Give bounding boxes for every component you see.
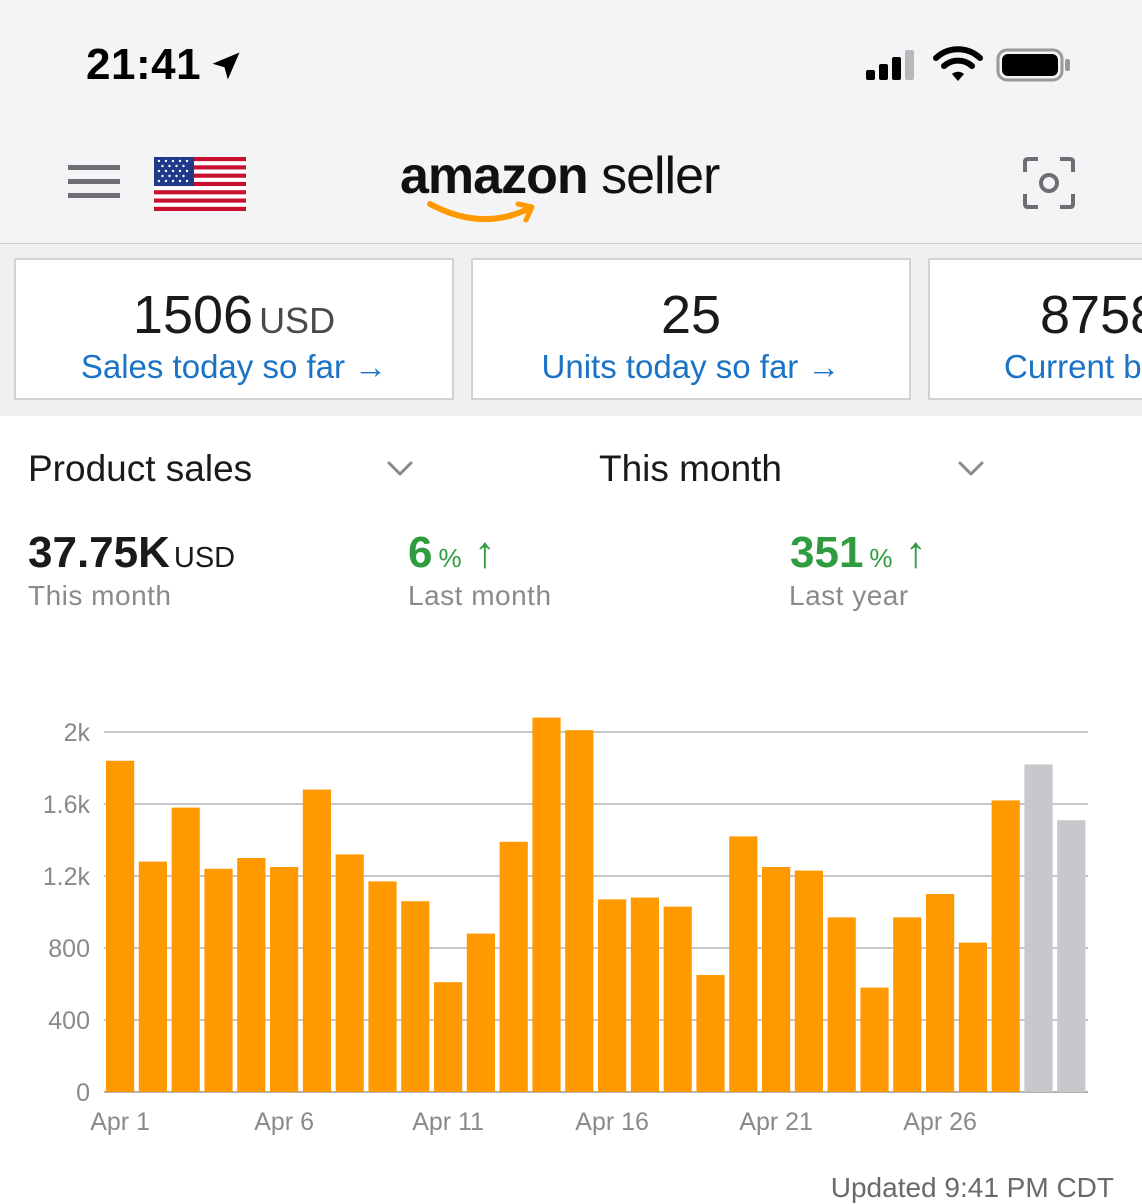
this-month-total: 37.75K USD xyxy=(28,528,236,577)
arrow-up-icon: ↑ xyxy=(904,528,927,577)
cellular-signal-icon xyxy=(866,50,914,80)
y-tick-label: 800 xyxy=(48,935,90,963)
bar-19[interactable] xyxy=(696,975,725,1092)
bar-10[interactable] xyxy=(401,901,430,1092)
bar-16[interactable] xyxy=(598,899,627,1092)
bar-6[interactable] xyxy=(270,867,299,1092)
location-arrow-icon xyxy=(212,52,240,80)
arrow-right-icon: → xyxy=(354,348,388,385)
bar-4[interactable] xyxy=(204,868,233,1092)
sales-today-card[interactable]: 1506 USD Sales today so far → xyxy=(14,258,454,400)
scan-camera-icon[interactable] xyxy=(1022,156,1076,210)
x-tick-label: Apr 16 xyxy=(575,1108,649,1136)
battery-icon xyxy=(996,48,1070,82)
bar-5[interactable] xyxy=(237,858,266,1092)
x-tick-label: Apr 6 xyxy=(254,1108,314,1136)
bar-8[interactable] xyxy=(335,854,364,1092)
bar-23[interactable] xyxy=(827,917,856,1092)
x-tick-label: Apr 1 xyxy=(90,1108,150,1136)
bar-11[interactable] xyxy=(434,982,463,1092)
x-tick-label: Apr 21 xyxy=(739,1108,813,1136)
x-tick-label: Apr 11 xyxy=(412,1108,484,1136)
bar-30[interactable] xyxy=(1057,820,1086,1092)
bar-18[interactable] xyxy=(663,906,692,1092)
amazon-seller-logo: amazon seller xyxy=(400,146,750,226)
bar-28[interactable] xyxy=(991,800,1020,1092)
amazon-smile-icon xyxy=(427,201,535,223)
arrow-right-icon: → xyxy=(807,348,841,385)
bar-15[interactable] xyxy=(565,730,594,1092)
current-balance-value: 8758 xyxy=(1040,285,1142,345)
chevron-down-icon[interactable] xyxy=(386,460,414,478)
arrow-up-icon: ↑ xyxy=(473,528,496,577)
bar-1[interactable] xyxy=(106,760,135,1092)
bar-12[interactable] xyxy=(466,933,496,1092)
bar-3[interactable] xyxy=(171,807,200,1092)
wifi-icon xyxy=(933,46,983,81)
bar-7[interactable] xyxy=(302,789,332,1092)
status-time: 21:41 xyxy=(86,40,202,89)
hamburger-menu-icon[interactable] xyxy=(68,163,120,201)
units-today-value: 25 xyxy=(660,285,722,345)
bar-29[interactable] xyxy=(1024,764,1053,1092)
this-month-label: This month xyxy=(28,580,172,611)
last-year-label: Last year xyxy=(789,580,909,611)
logo-word-seller: seller xyxy=(601,147,720,205)
y-tick-label: 400 xyxy=(48,1007,90,1035)
bar-27[interactable] xyxy=(958,942,988,1092)
current-balance-card[interactable]: 8758 Current b xyxy=(928,258,1142,400)
y-tick-label: 1.6k xyxy=(43,791,91,819)
bar-26[interactable] xyxy=(926,894,955,1092)
y-tick-label: 1.2k xyxy=(43,863,91,891)
bar-22[interactable] xyxy=(794,870,824,1092)
bar-2[interactable] xyxy=(138,861,168,1092)
metric-cards: 1506 USD Sales today so far → 25 Units to… xyxy=(0,244,1142,416)
current-balance-link[interactable]: Current b xyxy=(1004,348,1142,386)
units-today-link[interactable]: Units today so far → xyxy=(473,348,909,386)
sales-today-value: 1506 USD xyxy=(132,285,336,345)
last-updated-text: Updated 9:41 PM CDT xyxy=(830,1172,1114,1203)
logo-word-amazon: amazon xyxy=(400,147,589,205)
y-tick-label: 2k xyxy=(64,719,91,747)
bar-24[interactable] xyxy=(860,987,889,1092)
sales-bar-chart: 0 400 800 1.2k 1.6k 2k Apr 1 Apr 6 Apr 11 Apr 16 A… xyxy=(43,717,1088,1136)
x-tick-label: Apr 26 xyxy=(903,1108,977,1136)
last-month-label: Last month xyxy=(408,580,552,611)
bar-9[interactable] xyxy=(368,881,397,1092)
bar-20[interactable] xyxy=(729,836,758,1092)
units-today-card[interactable]: 25 Units today so far → xyxy=(471,258,911,400)
period-selector[interactable]: This month xyxy=(599,448,782,490)
last-year-change: 351% ↑ xyxy=(790,528,927,577)
y-tick-label: 0 xyxy=(76,1079,90,1107)
bar-17[interactable] xyxy=(630,897,660,1092)
bar-13[interactable] xyxy=(499,841,528,1092)
chevron-down-icon[interactable] xyxy=(957,460,985,478)
metric-selector[interactable]: Product sales xyxy=(28,448,252,490)
bar-25[interactable] xyxy=(893,917,922,1092)
last-month-change: 6% ↑ xyxy=(408,528,496,577)
bar-21[interactable] xyxy=(762,867,791,1092)
sales-today-link[interactable]: Sales today so far → xyxy=(16,348,452,386)
bar-14[interactable] xyxy=(532,717,561,1092)
us-flag-icon[interactable] xyxy=(154,157,246,211)
